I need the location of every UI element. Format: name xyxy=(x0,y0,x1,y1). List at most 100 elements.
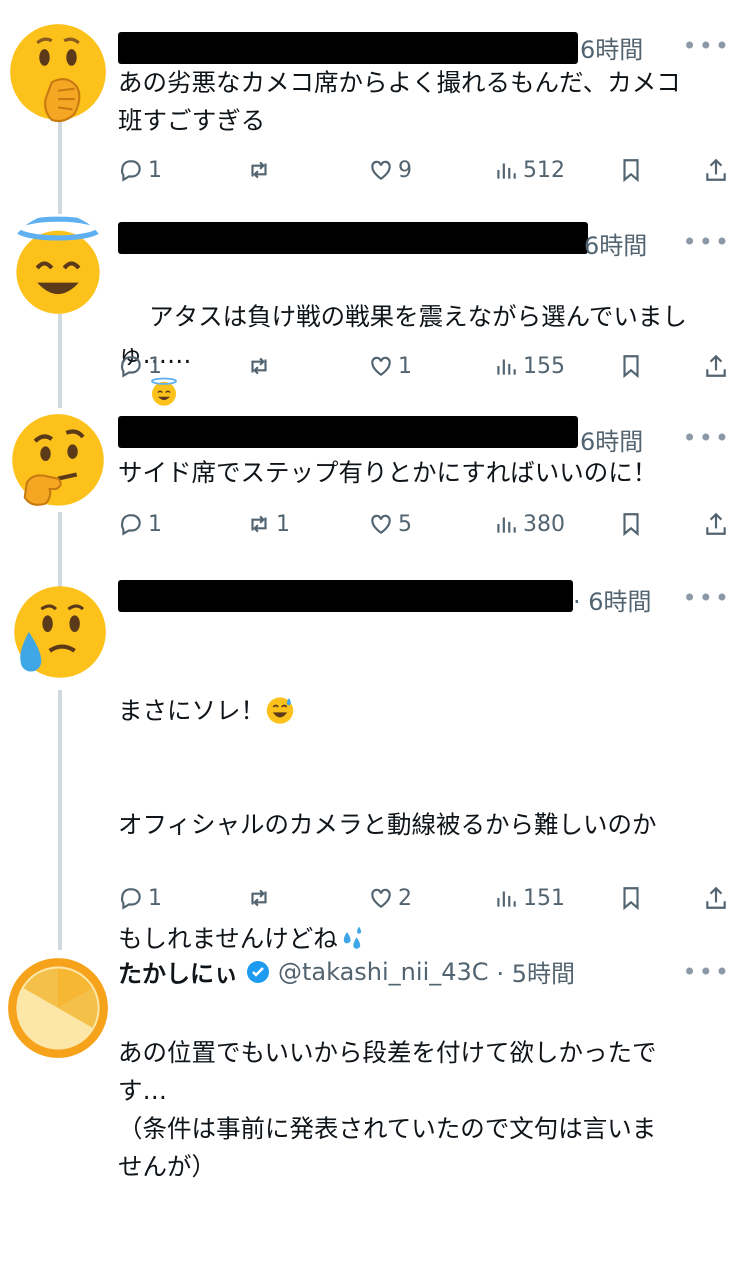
tweet-body: サイド席でステップ有りとかにすればいいのに！ xyxy=(118,458,658,487)
reply-button[interactable]: 1 xyxy=(118,506,162,542)
views-icon xyxy=(497,517,516,533)
views-count: 155 xyxy=(523,353,565,379)
tweet-time[interactable]: · 5時間 xyxy=(497,954,576,989)
bookmark-button[interactable] xyxy=(618,880,644,916)
like-icon xyxy=(371,160,391,180)
like-button[interactable]: 5 xyxy=(368,506,412,542)
tweet-line: オフィシャルのカメラと動線被るから難しいのか xyxy=(118,810,657,839)
tweet[interactable]: たかしにぃ @takashi_nii_43C · 5時間 ••• xyxy=(0,950,749,1058)
tweet-text: あの位置でもいいから段差を付けて欲しかったで す… （条件は事前に発表されていた… xyxy=(118,1038,657,1181)
redacted-username xyxy=(118,32,578,64)
bookmark-icon xyxy=(623,513,639,537)
views-count: 151 xyxy=(523,885,565,911)
tweet-text: もしれませんけどね xyxy=(118,924,338,953)
bookmark-button[interactable] xyxy=(618,506,644,542)
avatar[interactable] xyxy=(6,214,110,318)
redacted-username xyxy=(118,416,578,448)
reply-icon xyxy=(120,888,141,910)
views-button[interactable]: 380 xyxy=(493,506,565,542)
share-button[interactable] xyxy=(703,152,729,188)
more-icon[interactable]: ••• xyxy=(683,958,731,986)
user-handle[interactable]: @takashi_nii_43C xyxy=(278,958,489,986)
like-button[interactable]: 1 xyxy=(368,348,412,384)
like-count: 1 xyxy=(398,353,412,379)
tweet[interactable]: 6時間 ••• サイド席でステップ有りとかにすればいいのに！ 1 1 5 380 xyxy=(0,410,749,550)
tweet-actions: 1 9 512 xyxy=(118,152,739,188)
share-button[interactable] xyxy=(703,506,729,542)
bookmark-button[interactable] xyxy=(618,348,644,384)
redacted-username xyxy=(118,580,573,612)
retweet-icon xyxy=(251,357,267,375)
reply-count: 1 xyxy=(148,885,162,911)
reply-icon xyxy=(120,160,141,182)
retweet-count: 1 xyxy=(276,511,290,537)
more-icon[interactable]: ••• xyxy=(683,584,731,612)
views-button[interactable]: 155 xyxy=(493,348,565,384)
bookmark-button[interactable] xyxy=(618,152,644,188)
tweet-author-row: たかしにぃ @takashi_nii_43C · 5時間 xyxy=(118,954,575,989)
thinking-face-icon xyxy=(12,414,104,506)
tweet-text: まさにソレ！ xyxy=(118,696,265,725)
tweet-actions: 1 1 155 xyxy=(118,348,739,384)
smiling-face-with-halo-icon xyxy=(13,216,103,314)
sweat-droplets-icon xyxy=(343,926,361,949)
reply-button[interactable]: 1 xyxy=(118,348,162,384)
views-button[interactable]: 512 xyxy=(493,152,565,188)
more-icon[interactable]: ••• xyxy=(683,32,731,60)
views-button[interactable]: 151 xyxy=(493,880,565,916)
tweet-time[interactable]: 6時間 xyxy=(580,422,643,457)
verified-badge-icon xyxy=(247,960,269,983)
reply-icon xyxy=(120,356,141,378)
bookmark-icon xyxy=(623,887,639,911)
views-count: 512 xyxy=(523,157,565,183)
retweet-button[interactable] xyxy=(246,348,276,384)
tweet[interactable]: · 6時間 ••• まさにソレ！ オフィシャルのカメラと動線被るから難しいのか … xyxy=(0,580,749,1181)
reply-button[interactable]: 1 xyxy=(118,152,162,188)
retweet-icon xyxy=(251,161,267,179)
tweet-line: まさにソレ！ xyxy=(118,692,729,730)
views-icon xyxy=(497,359,516,375)
tweet-time[interactable]: 6時間 xyxy=(584,226,647,261)
redacted-username xyxy=(118,222,588,254)
views-icon xyxy=(497,891,516,907)
display-name[interactable]: たかしにぃ xyxy=(118,954,238,989)
share-icon xyxy=(706,886,726,909)
reply-count: 1 xyxy=(148,353,162,379)
share-button[interactable] xyxy=(703,880,729,916)
like-count: 2 xyxy=(398,885,412,911)
tweet[interactable]: 6時間 ••• アタスは負け戦の戦果を震えながら選んでいまし ゅ…… 1 1 1… xyxy=(0,214,749,406)
share-button[interactable] xyxy=(703,348,729,384)
like-button[interactable]: 9 xyxy=(368,152,412,188)
reply-count: 1 xyxy=(148,157,162,183)
views-icon xyxy=(497,163,516,179)
retweet-button[interactable] xyxy=(246,880,276,916)
retweet-icon xyxy=(251,889,267,907)
retweet-icon xyxy=(251,515,267,533)
reply-button[interactable]: 1 xyxy=(118,880,162,916)
retweet-button[interactable] xyxy=(246,152,276,188)
like-icon xyxy=(371,356,391,376)
hand-over-mouth-emoji-icon xyxy=(10,24,106,123)
more-icon[interactable]: ••• xyxy=(683,228,731,256)
grinning-face-with-sweat-icon xyxy=(266,697,294,724)
like-icon xyxy=(371,514,391,534)
like-button[interactable]: 2 xyxy=(368,880,412,916)
more-icon[interactable]: ••• xyxy=(683,424,731,452)
avatar[interactable] xyxy=(6,20,110,124)
avatar[interactable] xyxy=(6,580,110,684)
tweet[interactable]: 6時間 ••• あの劣悪なカメコ席からよく撮れるもんだ、カメコ 班すごすぎる 1… xyxy=(0,20,749,200)
tweet-time[interactable]: 6時間 xyxy=(580,30,643,65)
orange-slice-avatar-icon xyxy=(8,958,108,1058)
share-icon xyxy=(706,354,726,377)
reply-count: 1 xyxy=(148,511,162,537)
avatar[interactable] xyxy=(6,956,110,1060)
bookmark-icon xyxy=(623,355,639,379)
tweet-time[interactable]: · 6時間 xyxy=(573,582,652,617)
retweet-button[interactable]: 1 xyxy=(246,506,290,542)
like-icon xyxy=(371,888,391,908)
avatar[interactable] xyxy=(6,410,110,514)
reply-icon xyxy=(120,514,141,536)
tweet-actions: 1 1 5 380 xyxy=(118,506,739,542)
tweet-body: まさにソレ！ オフィシャルのカメラと動線被るから難しいのか もしれませんけどね … xyxy=(118,616,729,1262)
tweet-actions: 1 2 151 xyxy=(118,880,739,916)
